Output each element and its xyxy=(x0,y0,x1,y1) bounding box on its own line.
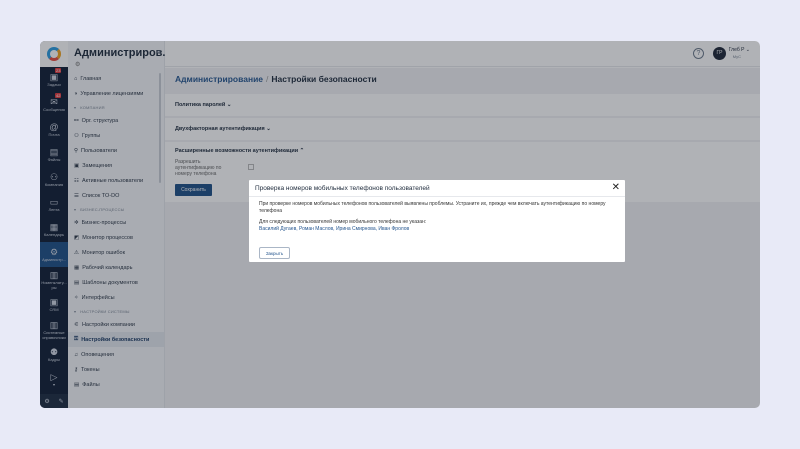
phone-check-dialog: Проверка номеров мобильных телефонов пол… xyxy=(249,180,625,262)
dialog-title: Проверка номеров мобильных телефонов пол… xyxy=(255,185,430,192)
dialog-message: При проверке номеров мобильных телефонов… xyxy=(259,201,606,214)
close-icon[interactable]: ✕ xyxy=(612,182,620,193)
close-button[interactable]: Закрыть xyxy=(259,247,290,259)
missing-label: Для следующих пользователей номер мобиль… xyxy=(259,219,427,225)
user-links[interactable]: Василий Дугаев, Роман Маслов, Ирина Смир… xyxy=(259,226,614,233)
divider xyxy=(249,196,625,197)
